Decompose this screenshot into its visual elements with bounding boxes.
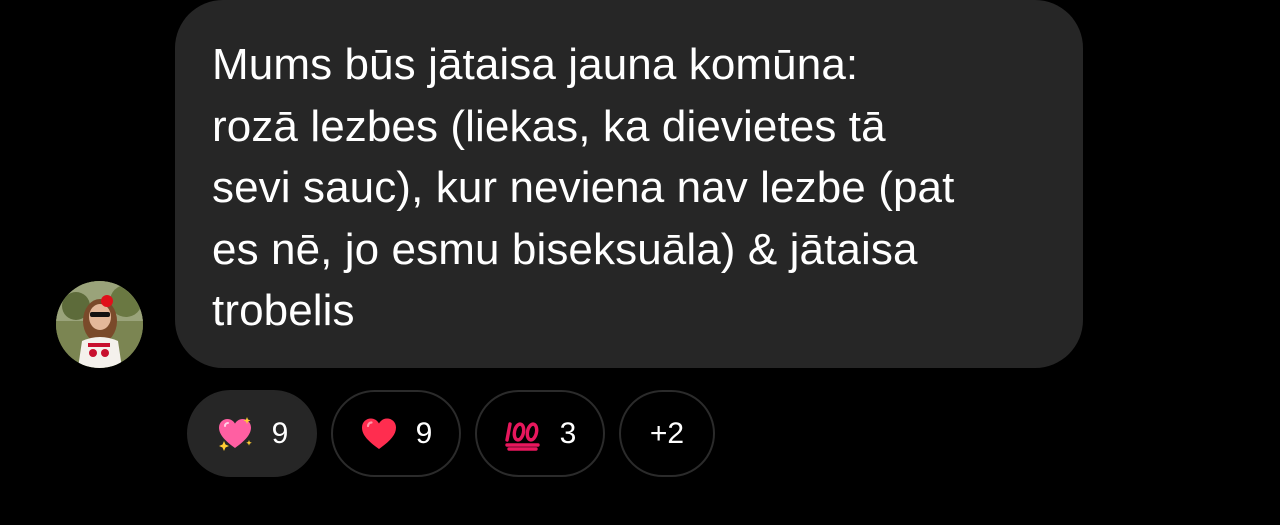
reaction-count: 9 xyxy=(415,416,433,450)
avatar-photo xyxy=(56,281,143,368)
reaction-more-count: +2 xyxy=(649,416,685,450)
message-bubble[interactable]: Mums būs jātaisa jauna komūna: rozā lezb… xyxy=(175,0,1083,368)
message-line: sevi sauc), kur neviena nav lezbe (pat xyxy=(212,163,955,212)
chat-screen: Mums būs jātaisa jauna komūna: rozā lezb… xyxy=(0,0,1280,525)
reaction-sparkling-heart[interactable]: 9 xyxy=(187,390,317,477)
message-line: trobelis xyxy=(212,286,355,335)
red-heart-icon xyxy=(361,418,396,449)
reaction-count: 3 xyxy=(559,416,577,450)
hundred-points-icon xyxy=(504,421,540,451)
more-reactions-button[interactable]: +2 xyxy=(619,390,715,477)
reaction-hundred-points[interactable]: 3 xyxy=(475,390,605,477)
reactions-bar: 9 9 3 +2 xyxy=(187,390,715,477)
message-line: es nē, jo esmu biseksuāla) & jātaisa xyxy=(212,224,918,274)
avatar[interactable] xyxy=(56,281,143,368)
reaction-count: 9 xyxy=(271,416,289,450)
reaction-red-heart[interactable]: 9 xyxy=(331,390,461,477)
sparkling-heart-icon xyxy=(218,416,252,451)
message-line: rozā lezbes (liekas, ka dievietes tā xyxy=(212,101,886,151)
message-line: Mums būs jātaisa jauna komūna: xyxy=(212,40,859,89)
message-text: Mums būs jātaisa jauna komūna: rozā lezb… xyxy=(212,34,1072,342)
